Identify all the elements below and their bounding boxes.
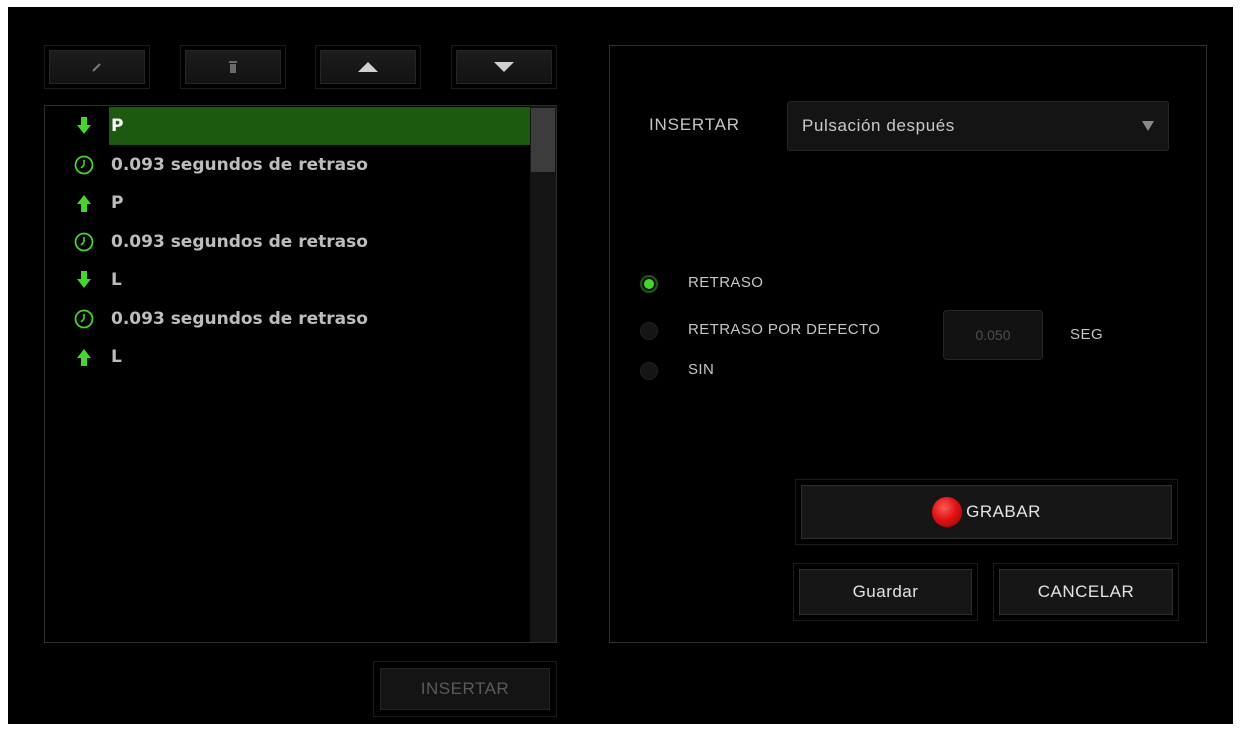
record-icon [932,497,963,527]
list-item[interactable]: P [45,107,531,145]
move-down-button[interactable] [451,45,557,89]
save-button[interactable]: Guardar [793,563,978,621]
cancel-button[interactable]: CANCELAR [993,563,1179,621]
triangle-up-icon [358,62,378,72]
clock-icon [74,309,94,329]
edit-button[interactable] [44,45,150,89]
clock-icon [74,232,94,252]
radio-retraso-por-defecto[interactable] [640,322,658,340]
record-button-label: GRABAR [966,502,1041,521]
radio-retraso-por-defecto-label[interactable]: RETRASO POR DEFECTO [688,321,880,338]
trash-icon [229,61,237,73]
list-item[interactable]: L [45,338,531,376]
list-item-label: 0.093 segundos de retraso [111,231,368,252]
radio-sin-label[interactable]: SIN [688,361,714,378]
list-item-label: L [111,347,122,367]
insert-position-value: Pulsación después [802,116,955,135]
list-item[interactable]: P [45,184,531,222]
arrow-up-icon [74,347,94,367]
scrollbar-thumb[interactable] [531,108,555,172]
macro-editor: P 0.093 segundos de retraso P 0.093 segundo… [8,7,1233,724]
insert-label: INSERTAR [649,115,740,134]
insert-options-panel: INSERTAR Pulsación después RETRASO RETRA… [609,45,1207,643]
list-item-label: 0.093 segundos de retraso [111,154,368,175]
list-item[interactable]: L [45,261,531,299]
radio-sin[interactable] [640,362,658,380]
delete-button[interactable] [180,45,286,89]
triangle-down-icon [494,62,514,72]
radio-retraso[interactable] [640,275,658,293]
record-button[interactable]: GRABAR [795,479,1178,545]
chevron-down-icon [1142,121,1154,131]
list-item-label: 0.093 segundos de retraso [111,308,368,329]
scrollbar[interactable] [530,106,556,642]
list-item[interactable]: 0.093 segundos de retraso [45,300,531,338]
insert-button[interactable]: INSERTAR [373,661,557,717]
arrow-down-icon [74,270,94,290]
radio-retraso-label[interactable]: RETRASO [688,274,763,291]
selection-highlight [109,107,531,145]
arrow-down-icon [74,116,94,136]
unit-label: SEG [1070,326,1104,343]
macro-list[interactable]: P 0.093 segundos de retraso P 0.093 segundo… [44,105,557,643]
clock-icon [74,155,94,175]
move-up-button[interactable] [315,45,421,89]
default-delay-input[interactable]: 0.050 [943,310,1043,360]
list-item[interactable]: 0.093 segundos de retraso [45,146,531,184]
list-item-label: P [111,116,124,136]
list-item-label: L [111,270,122,290]
list-item-label: P [111,193,124,213]
pencil-icon [92,63,101,72]
list-item[interactable]: 0.093 segundos de retraso [45,223,531,261]
insert-position-select[interactable]: Pulsación después [787,101,1169,151]
arrow-up-icon [74,193,94,213]
